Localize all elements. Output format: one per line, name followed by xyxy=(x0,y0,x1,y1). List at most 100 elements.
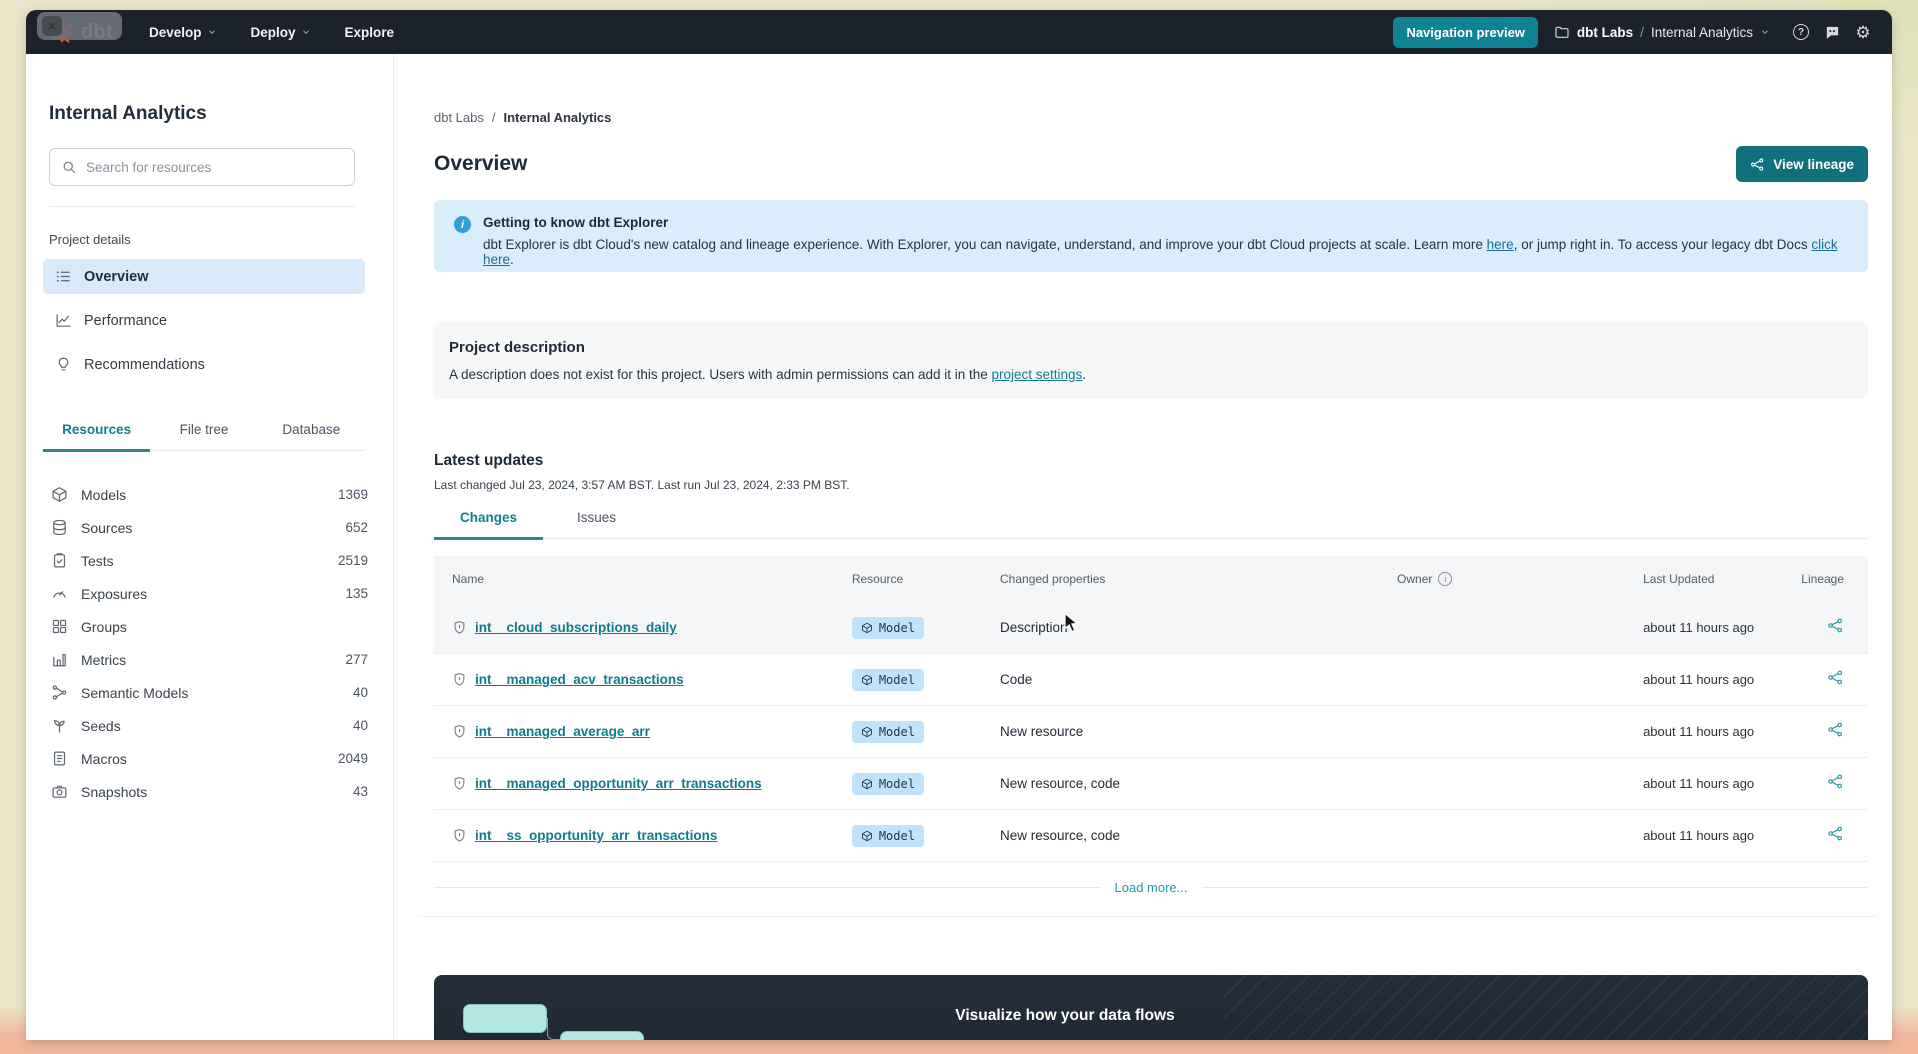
project-name: Internal Analytics xyxy=(1650,24,1753,40)
changed-properties: Description xyxy=(1000,620,1068,635)
lineage-icon[interactable] xyxy=(1827,617,1844,634)
resource-label: Models xyxy=(81,486,127,503)
banner-body-text: , or jump right in. To access your legac… xyxy=(1513,237,1812,252)
learn-more-link[interactable]: here xyxy=(1487,237,1514,252)
nav-item-explore[interactable]: Explore xyxy=(345,25,395,40)
lineage-icon[interactable] xyxy=(1827,773,1844,790)
lightbulb-icon xyxy=(58,357,69,371)
resource-count: 2049 xyxy=(337,751,368,766)
tab-database[interactable]: Database xyxy=(258,422,365,452)
sidebar-item-recommendations[interactable]: Recommendations xyxy=(43,347,365,382)
tab-changes[interactable]: Changes xyxy=(434,510,544,540)
resource-label: Tests xyxy=(81,552,114,569)
column-changed-properties: Changed properties xyxy=(1000,572,1106,586)
navigation-preview-button[interactable]: Navigation preview xyxy=(1393,16,1538,48)
table-row[interactable]: int__cloud_subscriptions_daily Model Des… xyxy=(434,602,1868,654)
resource-row-semantic-models[interactable]: Semantic Models 40 xyxy=(49,676,370,709)
column-name: Name xyxy=(452,572,485,586)
resource-count: 135 xyxy=(345,586,368,601)
model-link[interactable]: int__cloud_subscriptions_daily xyxy=(475,620,677,635)
info-icon: i xyxy=(454,216,471,233)
app-window: ✕ dbt Develop Deploy Explore Navigation … xyxy=(26,10,1892,1040)
resource-label: Groups xyxy=(81,618,127,635)
cube-icon xyxy=(52,487,67,502)
sidebar-item-label: Recommendations xyxy=(84,356,205,373)
lineage-promo-banner[interactable]: Visualize how your data flows xyxy=(434,975,1868,1040)
view-lineage-button[interactable]: View lineage xyxy=(1736,146,1868,182)
resource-badge-label: Model xyxy=(878,724,915,739)
resource-row-exposures[interactable]: Exposures 135 xyxy=(49,577,370,610)
column-resource: Resource xyxy=(851,572,904,586)
resource-label: Semantic Models xyxy=(81,684,189,701)
folder-icon xyxy=(1555,26,1569,38)
shield-icon xyxy=(454,777,465,790)
column-lineage: Lineage xyxy=(1801,572,1844,586)
column-owner: Owner i xyxy=(1397,572,1643,586)
branch-icon xyxy=(52,685,67,700)
last-updated: about 11 hours ago xyxy=(1643,828,1755,843)
tab-file-tree[interactable]: File tree xyxy=(150,422,257,452)
resource-row-snapshots[interactable]: Snapshots 43 xyxy=(49,775,370,808)
sidebar-item-overview[interactable]: Overview xyxy=(43,259,365,294)
lineage-icon[interactable] xyxy=(1827,669,1844,686)
project-settings-link[interactable]: project settings xyxy=(992,367,1083,382)
column-owner-label: Owner xyxy=(1397,572,1433,586)
model-link[interactable]: int__managed_acv_transactions xyxy=(475,672,684,687)
nav-item-develop[interactable]: Develop xyxy=(149,25,217,40)
tab-issues[interactable]: Issues xyxy=(551,510,642,540)
resource-count: 43 xyxy=(352,784,368,799)
table-row[interactable]: int__managed_acv_transactions Model Code… xyxy=(434,654,1868,706)
sidebar-item-performance[interactable]: Performance xyxy=(43,303,365,338)
settings-button[interactable]: ⚙ xyxy=(1854,23,1872,41)
account-project-switcher[interactable]: dbt Labs / Internal Analytics xyxy=(1554,24,1770,40)
resource-badge: Model xyxy=(851,668,924,691)
help-button[interactable]: ? xyxy=(1792,23,1810,41)
resource-count: 40 xyxy=(352,685,368,700)
table-header: Name Resource Changed properties Owner i… xyxy=(434,556,1868,602)
camera-icon xyxy=(52,785,67,798)
resource-row-models[interactable]: Models 1369 xyxy=(49,478,370,511)
shield-icon xyxy=(454,673,465,686)
resource-row-sources[interactable]: Sources 652 xyxy=(49,511,370,544)
search-icon xyxy=(63,161,76,173)
table-row[interactable]: int__managed_average_arr Model New resou… xyxy=(434,706,1868,758)
clipboard-check-icon xyxy=(53,553,66,568)
table-row[interactable]: int__ss_opportunity_arr_transactions Mod… xyxy=(434,810,1868,862)
search-box[interactable] xyxy=(49,148,355,186)
resource-count: 277 xyxy=(345,652,368,667)
model-link[interactable]: int__managed_opportunity_arr_transaction… xyxy=(475,776,762,791)
resource-row-metrics[interactable]: Metrics 277 xyxy=(49,643,370,676)
breadcrumb-current: Internal Analytics xyxy=(503,110,612,125)
line-chart-icon xyxy=(56,314,71,327)
lineage-icon[interactable] xyxy=(1827,825,1844,842)
feedback-button[interactable] xyxy=(1823,23,1841,41)
info-circle-icon: i xyxy=(1438,572,1453,586)
load-more-link[interactable]: Load more... xyxy=(1115,880,1188,895)
gear-icon: ⚙ xyxy=(1855,22,1871,42)
resource-row-tests[interactable]: Tests 2519 xyxy=(49,544,370,577)
lineage-connector xyxy=(547,1018,560,1040)
banner-title: Getting to know dbt Explorer xyxy=(483,215,669,230)
resource-row-seeds[interactable]: Seeds 40 xyxy=(49,709,370,742)
resource-row-groups[interactable]: Groups xyxy=(49,610,370,643)
lineage-node-preview xyxy=(463,1004,547,1033)
table-row[interactable]: int__managed_opportunity_arr_transaction… xyxy=(434,758,1868,810)
model-link[interactable]: int__ss_opportunity_arr_transactions xyxy=(475,828,717,843)
resource-row-macros[interactable]: Macros 2049 xyxy=(49,742,370,775)
shield-icon xyxy=(454,829,465,842)
list-icon xyxy=(56,271,70,282)
cube-icon xyxy=(861,622,872,633)
breadcrumb-account[interactable]: dbt Labs xyxy=(434,110,484,125)
cube-icon xyxy=(861,726,872,737)
nav-item-deploy[interactable]: Deploy xyxy=(251,25,311,40)
changed-properties: Code xyxy=(1000,672,1033,687)
search-input[interactable] xyxy=(86,159,342,175)
database-icon xyxy=(53,519,66,536)
tab-resources[interactable]: Resources xyxy=(43,422,151,452)
resource-count: 652 xyxy=(345,520,368,535)
model-link[interactable]: int__managed_average_arr xyxy=(475,724,650,739)
divider xyxy=(49,206,355,207)
resource-label: Exposures xyxy=(81,585,148,602)
resource-label: Seeds xyxy=(81,717,121,734)
lineage-icon[interactable] xyxy=(1827,721,1844,738)
